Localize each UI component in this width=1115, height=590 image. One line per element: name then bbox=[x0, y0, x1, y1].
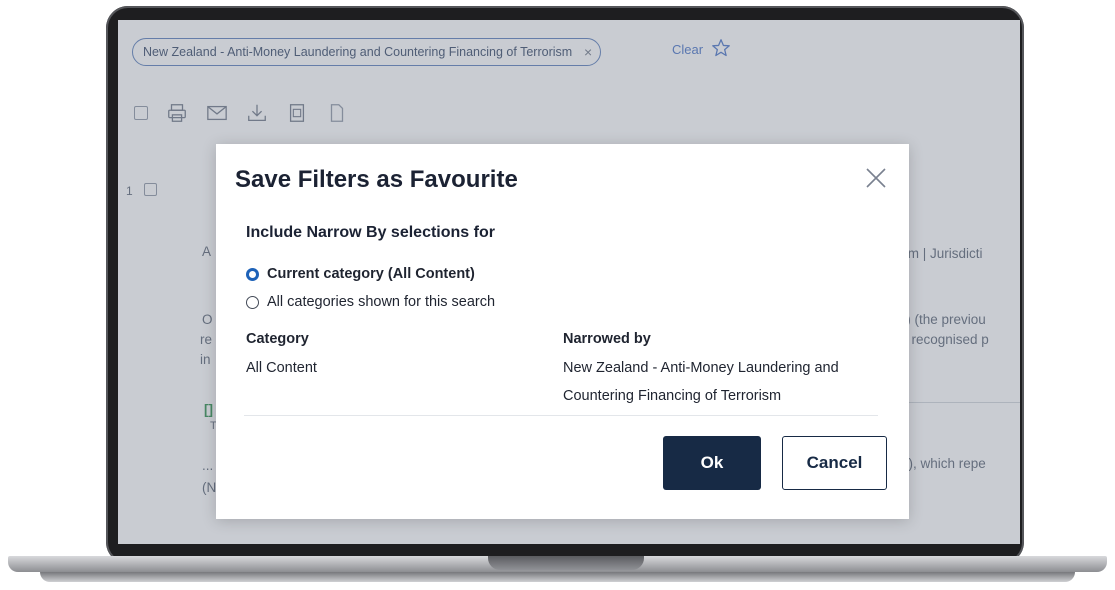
narrow-by-section-title: Include Narrow By selections for bbox=[246, 224, 495, 241]
radio-label: Current category (All Content) bbox=[267, 266, 475, 282]
screen: New Zealand - Anti-Money Laundering and … bbox=[118, 20, 1020, 544]
category-header: Category bbox=[246, 331, 309, 347]
category-value: All Content bbox=[246, 360, 317, 376]
ok-button[interactable]: Ok bbox=[663, 436, 761, 490]
radio-button[interactable] bbox=[246, 295, 259, 309]
laptop-base-bottom bbox=[40, 572, 1075, 582]
radio-button-selected[interactable] bbox=[246, 267, 259, 281]
cancel-button[interactable]: Cancel bbox=[782, 436, 887, 490]
laptop-notch bbox=[488, 556, 644, 570]
radio-current-category[interactable]: Current category (All Content) bbox=[246, 266, 475, 282]
dialog-divider bbox=[244, 415, 878, 416]
radio-all-categories[interactable]: All categories shown for this search bbox=[246, 294, 495, 310]
narrowed-by-value-line2: Countering Financing of Terrorism bbox=[563, 388, 782, 404]
close-icon[interactable] bbox=[864, 166, 888, 190]
narrowed-by-value-line1: New Zealand - Anti-Money Laundering and bbox=[563, 360, 839, 376]
radio-label: All categories shown for this search bbox=[267, 294, 496, 310]
save-favourite-dialog: Save Filters as Favourite Include Narrow… bbox=[216, 144, 909, 519]
laptop-base bbox=[0, 556, 1115, 590]
narrowed-by-header: Narrowed by bbox=[563, 331, 651, 347]
dialog-title: Save Filters as Favourite bbox=[235, 166, 518, 193]
